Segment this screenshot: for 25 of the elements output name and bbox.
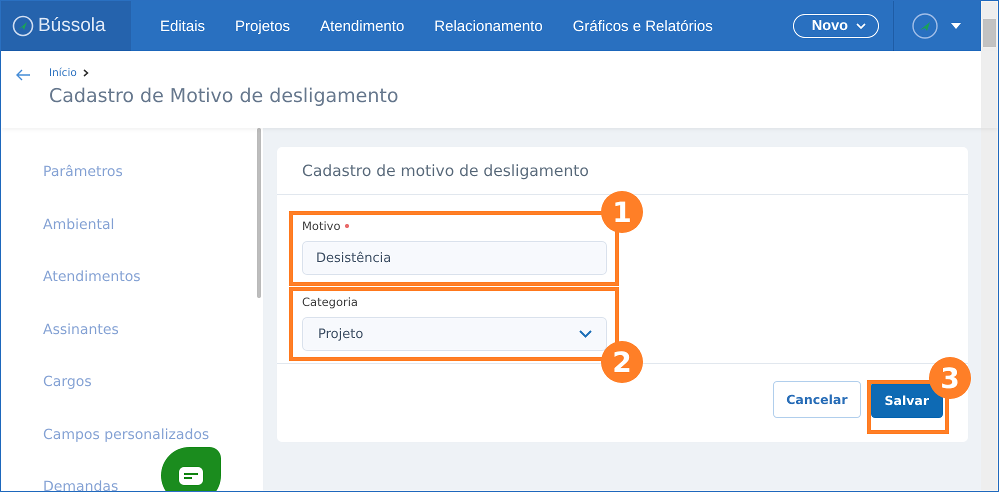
field-label: Motivo xyxy=(302,219,341,233)
input-field[interactable]: Desistência xyxy=(302,241,607,275)
chat-button[interactable] xyxy=(161,447,221,491)
cancel-button[interactable]: Cancelar xyxy=(773,381,861,418)
field-label: Categoria xyxy=(302,295,358,309)
caret-icon xyxy=(950,22,962,30)
nav-link[interactable]: Gráficos e Relatórios xyxy=(558,18,728,34)
nav-link[interactable]: Relacionamento xyxy=(419,18,558,34)
chevron-right-icon xyxy=(82,69,89,77)
breadcrumb-link[interactable]: Início xyxy=(49,67,77,79)
scrollbar-thumb[interactable] xyxy=(257,128,261,298)
brand-name: Bússola xyxy=(38,15,106,37)
page-title: Cadastro de Motivo de desligamento xyxy=(49,85,398,107)
nav-link[interactable]: Atendimento xyxy=(305,18,420,34)
back-arrow-icon[interactable] xyxy=(15,68,31,82)
nav-link[interactable]: Editais xyxy=(145,18,220,34)
chat-icon xyxy=(178,466,204,486)
chevron-down-icon xyxy=(856,22,866,30)
select-field[interactable]: Projeto xyxy=(302,317,607,351)
window-scrollbar[interactable] xyxy=(981,1,998,491)
avatar-compass-icon xyxy=(912,13,938,39)
chevron-down-icon xyxy=(579,330,592,338)
compass-icon xyxy=(12,15,34,37)
nav-link[interactable]: Projetos xyxy=(220,18,306,34)
new-button[interactable]: Novo xyxy=(792,14,879,38)
